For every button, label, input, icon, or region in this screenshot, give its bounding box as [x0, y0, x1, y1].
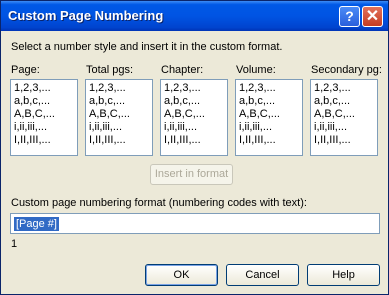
cancel-button[interactable]: Cancel: [226, 264, 299, 286]
secondary-page-label: Secondary pg:: [311, 64, 382, 76]
page-style-list[interactable]: 1,2,3,... a,b,c,... A,B,C,... i,ii,iii,.…: [10, 79, 78, 156]
format-input[interactable]: [Page #]: [10, 213, 380, 234]
list-item[interactable]: A,B,C,...: [239, 108, 299, 121]
list-item[interactable]: A,B,C,...: [314, 108, 374, 121]
list-item[interactable]: i,ii,iii,...: [14, 121, 74, 134]
secondary-page-style-list[interactable]: 1,2,3,... a,b,c,... A,B,C,... i,ii,iii,.…: [310, 79, 378, 156]
page-label: Page:: [11, 64, 40, 76]
help-icon[interactable]: ?: [339, 6, 360, 27]
total-pages-style-list[interactable]: 1,2,3,... a,b,c,... A,B,C,... i,ii,iii,.…: [85, 79, 153, 156]
list-item[interactable]: 1,2,3,...: [164, 82, 224, 95]
list-item[interactable]: i,ii,iii,...: [164, 121, 224, 134]
volume-label: Volume:: [236, 64, 276, 76]
list-item[interactable]: a,b,c,...: [164, 95, 224, 108]
chapter-label: Chapter:: [161, 64, 204, 76]
format-label: Custom page numbering format (numbering …: [11, 197, 307, 209]
list-item[interactable]: A,B,C,...: [14, 108, 74, 121]
list-item[interactable]: a,b,c,...: [314, 95, 374, 108]
list-item[interactable]: a,b,c,...: [239, 95, 299, 108]
dialog-title: Custom Page Numbering: [8, 8, 164, 23]
custom-page-numbering-dialog: Custom Page Numbering ? ✕ Select a numbe…: [0, 0, 389, 295]
list-item[interactable]: 1,2,3,...: [14, 82, 74, 95]
total-pages-label: Total pgs:: [86, 64, 134, 76]
list-item[interactable]: a,b,c,...: [89, 95, 149, 108]
format-input-value: [Page #]: [14, 217, 59, 231]
list-item[interactable]: I,II,III,...: [14, 134, 74, 147]
instruction-text: Select a number style and insert it in t…: [11, 41, 283, 53]
list-item[interactable]: i,ii,iii,...: [89, 121, 149, 134]
list-item[interactable]: I,II,III,...: [314, 134, 374, 147]
list-item[interactable]: I,II,III,...: [239, 134, 299, 147]
list-item[interactable]: i,ii,iii,...: [239, 121, 299, 134]
list-item[interactable]: 1,2,3,...: [239, 82, 299, 95]
close-icon[interactable]: ✕: [362, 6, 383, 27]
volume-style-list[interactable]: 1,2,3,... a,b,c,... A,B,C,... i,ii,iii,.…: [235, 79, 303, 156]
list-item[interactable]: a,b,c,...: [14, 95, 74, 108]
list-item[interactable]: I,II,III,...: [89, 134, 149, 147]
list-item[interactable]: 1,2,3,...: [314, 82, 374, 95]
list-item[interactable]: A,B,C,...: [164, 108, 224, 121]
help-button[interactable]: Help: [307, 264, 380, 286]
list-item[interactable]: 1,2,3,...: [89, 82, 149, 95]
chapter-style-list[interactable]: 1,2,3,... a,b,c,... A,B,C,... i,ii,iii,.…: [160, 79, 228, 156]
ok-button[interactable]: OK: [145, 264, 218, 286]
list-item[interactable]: I,II,III,...: [164, 134, 224, 147]
list-item[interactable]: i,ii,iii,...: [314, 121, 374, 134]
insert-in-format-button[interactable]: Insert in format: [150, 164, 233, 185]
title-bar[interactable]: Custom Page Numbering ? ✕: [1, 1, 388, 31]
list-item[interactable]: A,B,C,...: [89, 108, 149, 121]
format-preview: 1: [11, 238, 18, 250]
